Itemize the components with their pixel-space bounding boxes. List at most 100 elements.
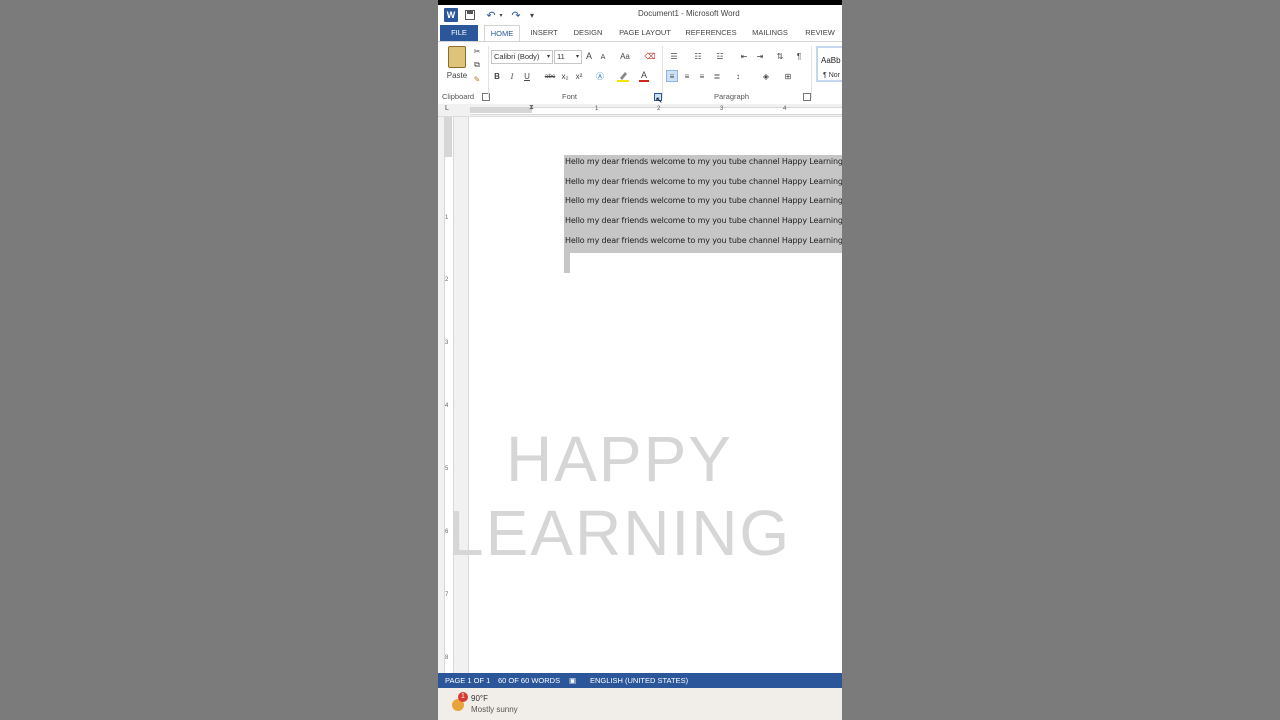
line-spacing-icon[interactable]: ↕ — [730, 70, 746, 82]
vruler-mark: 7 — [445, 592, 449, 598]
sort-icon[interactable]: ⇅ — [774, 50, 786, 62]
undo-icon[interactable]: ↶ — [484, 8, 498, 22]
ribbon: Paste ✂ ⧉ ✎ Clipboard Calibri (Body) ▾ 1… — [438, 41, 842, 105]
weather-temperature[interactable]: 90°F — [471, 694, 488, 703]
style-preview-text: AaBb — [821, 56, 841, 65]
tab-home[interactable]: HOME — [484, 25, 520, 41]
font-size-combo[interactable]: 11 ▾ — [554, 50, 582, 64]
bullets-icon[interactable]: ☰ — [666, 50, 682, 62]
ruler-mark: 3 — [720, 106, 724, 112]
tab-selector-icon[interactable]: L — [445, 105, 453, 113]
vruler-mark: 2 — [445, 277, 449, 283]
font-color-letter: A — [640, 69, 647, 80]
align-left-icon[interactable]: ≡ — [666, 70, 678, 82]
strikethrough-button[interactable]: abc — [543, 70, 557, 82]
status-bar: PAGE 1 OF 1 60 OF 60 WORDS ▣ ENGLISH (UN… — [438, 673, 842, 688]
chevron-down-icon: ▾ — [546, 54, 550, 60]
vruler-mark: 3 — [445, 340, 449, 346]
decrease-indent-icon[interactable]: ⇤ — [738, 50, 750, 62]
shrink-font-icon[interactable]: A — [598, 51, 608, 63]
borders-icon[interactable]: ⊞ — [780, 70, 796, 82]
ruler-left-margin — [470, 107, 532, 113]
customize-icon[interactable]: ▾ — [528, 8, 536, 22]
bold-button[interactable]: B — [492, 70, 502, 82]
font-name-combo[interactable]: Calibri (Body) ▾ — [491, 50, 553, 64]
notification-badge: 1 — [458, 692, 468, 702]
watermark-line1: HAPPY — [506, 423, 733, 495]
numbering-icon[interactable]: ☷ — [690, 50, 706, 62]
underline-button[interactable]: U — [521, 70, 533, 82]
italic-button[interactable]: I — [507, 70, 517, 82]
paragraph-launcher-icon[interactable] — [803, 93, 811, 101]
increase-indent-icon[interactable]: ⇥ — [754, 50, 766, 62]
paste-icon[interactable] — [448, 46, 466, 68]
vruler-mark: 1 — [445, 215, 449, 221]
word-count[interactable]: 60 OF 60 WORDS — [498, 673, 560, 688]
language-indicator[interactable]: ENGLISH (UNITED STATES) — [590, 673, 688, 688]
ribbon-tabs: FILE HOME INSERT DESIGN PAGE LAYOUT REFE… — [438, 25, 842, 41]
paragraph-line[interactable]: Hello my dear friends welcome to my you … — [565, 196, 842, 205]
redo-icon[interactable]: ↷ — [510, 8, 522, 22]
vertical-ruler: 1 2 3 4 5 6 7 8 — [438, 117, 469, 673]
change-case-button[interactable]: Aa — [616, 50, 634, 62]
grow-font-icon[interactable]: A — [584, 50, 594, 62]
indent-marker-icon[interactable]: ⧗ — [529, 104, 534, 112]
save-icon[interactable] — [464, 8, 476, 22]
subscript-button[interactable]: x₂ — [559, 70, 571, 82]
font-color-button[interactable]: A — [638, 70, 650, 82]
watermark-line2: LEARNING — [448, 497, 792, 569]
tab-design[interactable]: DESIGN — [570, 25, 606, 41]
font-group-label: Font — [562, 92, 578, 101]
highlight-icon[interactable] — [616, 70, 630, 82]
word-icon[interactable]: W — [444, 8, 458, 22]
tab-page-layout[interactable]: PAGE LAYOUT — [616, 25, 674, 41]
show-marks-button[interactable]: ¶ — [794, 50, 804, 62]
shading-icon[interactable]: ◈ — [758, 70, 774, 82]
ruler-mark: 4 — [783, 106, 787, 112]
font-name-value: Calibri (Body) — [494, 52, 540, 61]
tab-mailings[interactable]: MAILINGS — [746, 25, 794, 41]
multilevel-list-icon[interactable]: ☳ — [712, 50, 728, 62]
window-title: Document1 - Microsoft Word — [638, 9, 740, 18]
document-page[interactable]: Hello my dear friends welcome to my you … — [469, 117, 842, 673]
clipboard-group-label: Clipboard — [442, 92, 475, 101]
vruler-top-margin — [444, 117, 452, 157]
undo-dropdown-icon[interactable]: ▾ — [498, 8, 504, 22]
paragraph-line[interactable]: Hello my dear friends welcome to my you … — [565, 236, 842, 245]
divider — [488, 46, 489, 98]
text-effects-icon[interactable]: Ⓐ — [594, 70, 606, 82]
proofing-icon[interactable]: ▣ — [569, 673, 576, 688]
tab-insert[interactable]: INSERT — [526, 25, 562, 41]
paragraph-line[interactable]: Hello my dear friends welcome to my you … — [565, 216, 842, 225]
title-bar: W ↶ ▾ ↷ ▾ Document1 - Microsoft Word — [438, 5, 842, 25]
style-normal-tile[interactable]: AaBb ¶ Nor — [816, 46, 842, 82]
clear-formatting-icon[interactable]: ⌫ — [644, 50, 656, 62]
cut-icon[interactable]: ✂ — [472, 46, 482, 56]
tab-references[interactable]: REFERENCES — [684, 25, 738, 41]
superscript-button[interactable]: x² — [573, 70, 585, 82]
align-center-icon[interactable]: ≡ — [681, 70, 693, 82]
divider — [811, 46, 812, 98]
taskbar: 1 90°F Mostly sunny — [438, 688, 842, 720]
paste-button[interactable]: Paste — [444, 70, 470, 80]
ruler-mark: 2 — [657, 106, 661, 112]
paragraph-line[interactable]: Hello my dear friends welcome to my you … — [565, 177, 842, 186]
tab-file[interactable]: FILE — [440, 25, 478, 41]
horizontal-ruler: L ⧗ 1 2 3 4 — [438, 104, 842, 117]
align-right-icon[interactable]: ≡ — [696, 70, 708, 82]
style-normal-label: ¶ Nor — [823, 72, 840, 79]
font-size-value: 11 — [557, 52, 565, 61]
vruler-mark: 8 — [445, 655, 449, 661]
format-painter-icon[interactable]: ✎ — [472, 74, 482, 84]
paragraph-group-label: Paragraph — [714, 92, 750, 101]
paragraph-line[interactable]: Hello my dear friends welcome to my you … — [565, 157, 842, 166]
copy-icon[interactable]: ⧉ — [472, 60, 482, 70]
justify-icon[interactable]: ≣ — [711, 70, 723, 82]
weather-condition[interactable]: Mostly sunny — [471, 705, 518, 714]
text-selection-end — [564, 253, 570, 273]
ruler-mark: 1 — [595, 106, 599, 112]
word-window: W ↶ ▾ ↷ ▾ Document1 - Microsoft Word FIL… — [438, 0, 842, 720]
tab-review[interactable]: REVIEW — [802, 25, 838, 41]
page-count[interactable]: PAGE 1 OF 1 — [445, 673, 490, 688]
vruler-mark: 4 — [445, 403, 449, 409]
